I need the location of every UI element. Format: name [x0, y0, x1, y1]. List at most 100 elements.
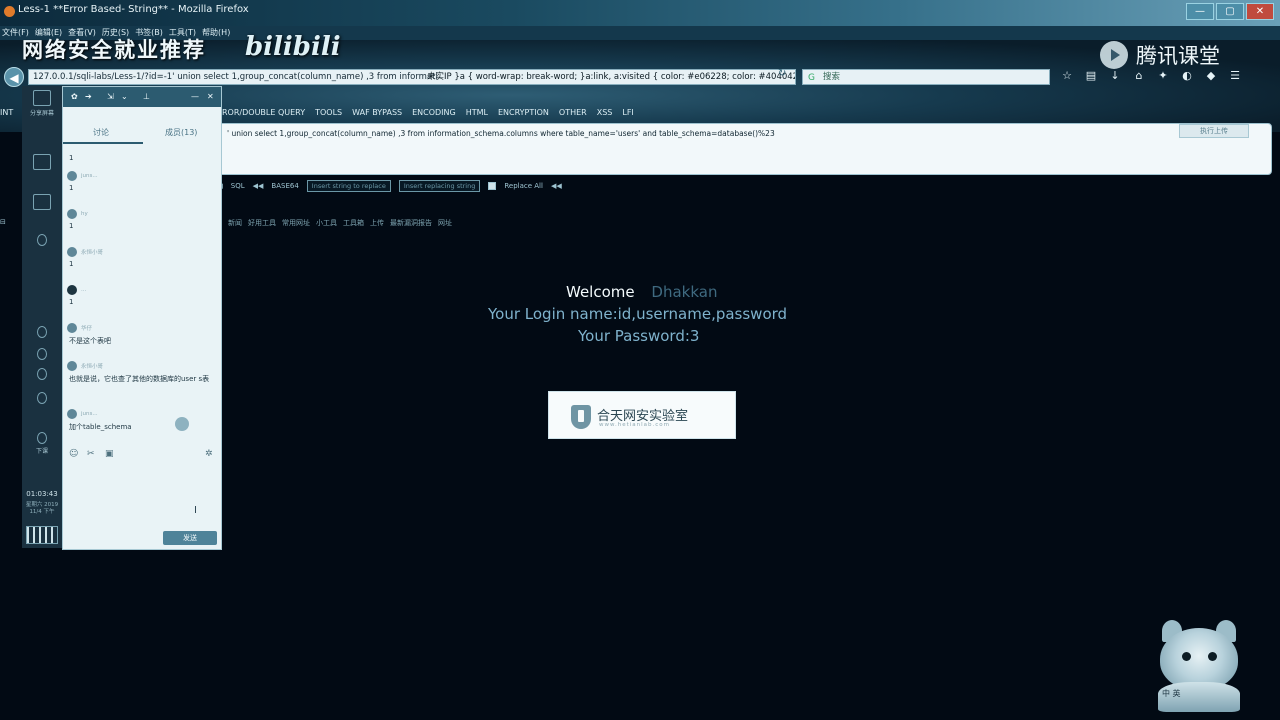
- insert-string-button[interactable]: Insert string to replace: [306, 180, 391, 192]
- hackbar-menu: ROR/DOUBLE QUERY TOOLS WAF BYPASS ENCODI…: [222, 108, 634, 117]
- bookmark-star-icon[interactable]: ☆: [1060, 68, 1074, 84]
- navigation-bar: ◀ 127.0.0.1/sqli-labs/Less-1/?id=-1' uni…: [0, 67, 1280, 87]
- list-item: hy 1: [67, 209, 217, 230]
- play-icon: [1100, 41, 1128, 69]
- url-input[interactable]: 127.0.0.1/sqli-labs/Less-1/?id=-1' union…: [28, 69, 796, 85]
- popout-icon[interactable]: ⇲: [107, 92, 114, 101]
- avatar: [67, 323, 77, 333]
- music-icon: [37, 368, 47, 380]
- search-input[interactable]: G 搜索: [802, 69, 1050, 85]
- tool-base64[interactable]: BASE64: [271, 182, 298, 190]
- bookmark-tools[interactable]: 好用工具: [248, 218, 276, 232]
- bookmark-small-tools[interactable]: 小工具: [316, 218, 337, 232]
- scissors-icon[interactable]: ✂: [87, 449, 95, 459]
- close-button[interactable]: ✕: [1246, 3, 1274, 20]
- tab-members[interactable]: 成员(13): [165, 127, 197, 138]
- tool-arrow-icon[interactable]: ◀◀: [253, 182, 264, 190]
- tool-sql[interactable]: SQL: [231, 182, 245, 190]
- bookmarks-left-icon[interactable]: ⊟: [0, 218, 6, 226]
- settings-icon[interactable]: ✿: [71, 92, 78, 101]
- execute-button[interactable]: 执行上传: [1179, 124, 1249, 138]
- keyboard-icon[interactable]: [26, 526, 58, 544]
- screen-icon: [33, 194, 51, 210]
- tool-arrow-icon[interactable]: ◀◀: [551, 182, 562, 190]
- image-icon[interactable]: ▣: [105, 449, 114, 459]
- active-tab-indicator: [63, 142, 143, 144]
- avatar: [67, 285, 77, 295]
- tab-discussion[interactable]: 讨论: [93, 127, 109, 138]
- message-sender: juns...: [81, 173, 98, 179]
- forward-icon[interactable]: ➔: [85, 92, 92, 101]
- music-item[interactable]: [28, 368, 56, 382]
- message-list: 1 juns... 1 hy 1 永恒小哥 1 ... 1 华仔 不是这个表吧 …: [63, 147, 221, 517]
- emoji-icon[interactable]: ☺: [69, 449, 78, 459]
- message-sender: juns...: [81, 411, 98, 417]
- hetian-lab-banner[interactable]: 合天网安实验室 www.hetianlab.com: [548, 391, 736, 439]
- tools-item[interactable]: [28, 392, 56, 406]
- sidebar-item-2[interactable]: [28, 154, 56, 172]
- chevron-down-icon[interactable]: ⌄: [121, 92, 128, 101]
- gear-icon[interactable]: ✲: [205, 449, 213, 459]
- hackbar-menu-waf-bypass[interactable]: WAF BYPASS: [352, 108, 402, 117]
- sidebar-item-3[interactable]: [28, 194, 56, 212]
- list-item: 永恒小哥 1: [67, 247, 217, 268]
- hackbar-query-textarea[interactable]: ' union select 1,group_concat(column_nam…: [212, 123, 1272, 175]
- addon-icon[interactable]: ✦: [1156, 68, 1170, 84]
- toolbar-icons: ☆ ▤ ↓ ⌂ ✦ ◐ ◆ ☰: [1060, 68, 1242, 84]
- pin-icon[interactable]: ⊥: [143, 92, 150, 101]
- microphone-icon: [37, 326, 47, 338]
- bookmark-sites[interactable]: 网址: [438, 218, 452, 232]
- insert-replacing-button[interactable]: Insert replacing string: [398, 180, 481, 192]
- minimize-icon[interactable]: —: [191, 92, 199, 101]
- maximize-button[interactable]: ▢: [1216, 3, 1244, 20]
- bookmark-upload[interactable]: 上传: [370, 218, 384, 232]
- shield-icon: [571, 405, 591, 429]
- end-class-item[interactable]: 下课: [28, 432, 56, 455]
- replace-all-checkbox[interactable]: [488, 182, 497, 190]
- sync-icon[interactable]: ◐: [1180, 68, 1194, 84]
- firefox-icon: [4, 6, 15, 17]
- send-button[interactable]: 发送: [163, 531, 217, 545]
- speaker-item[interactable]: [28, 348, 56, 362]
- share-screen-item[interactable]: 分享屏幕: [28, 90, 56, 117]
- hackbar-menu-encoding[interactable]: ENCODING: [412, 108, 456, 117]
- mascot-tag: 中 英: [1162, 689, 1181, 698]
- mic-item[interactable]: [28, 326, 56, 340]
- bookmark-common[interactable]: 常用网址: [282, 218, 310, 232]
- sidebar-item-4[interactable]: [28, 234, 56, 248]
- classroom-sidebar: 分享屏幕 下课 01:03:43 星期六 2019 11/4 下午: [22, 86, 62, 548]
- download-icon[interactable]: ↓: [1108, 68, 1122, 84]
- message-sender: hy: [81, 211, 88, 217]
- avatar: [67, 409, 77, 419]
- bookmark-news[interactable]: 新闻: [228, 218, 242, 232]
- list-item: juns... 1: [67, 171, 217, 192]
- hackbar-menu-encryption[interactable]: ENCRYPTION: [498, 108, 549, 117]
- message-body: 1: [69, 184, 74, 192]
- bookmark-toolbox[interactable]: 工具箱: [343, 218, 364, 232]
- message-body: 也就是说，它也查了其他的数据库的user s表: [69, 375, 210, 383]
- hackbar-menu-html[interactable]: HTML: [466, 108, 488, 117]
- hackbar-menu-xss[interactable]: XSS: [597, 108, 613, 117]
- hamster-mascot-image: 中 英: [1150, 620, 1248, 712]
- hackbar-menu-other[interactable]: OTHER: [559, 108, 587, 117]
- extension-icon[interactable]: ◆: [1204, 68, 1218, 84]
- chat-panel: ✿ ➔ ⇲ ⌄ ⊥ — ✕ 讨论 成员(13) 1 juns... 1 hy 1…: [62, 86, 222, 550]
- hackbar-menu-tools[interactable]: TOOLS: [315, 108, 342, 117]
- hackbar-int-label: INT: [0, 108, 14, 117]
- menu-help[interactable]: 帮助(H): [202, 26, 230, 40]
- home-icon[interactable]: ⌂: [1132, 68, 1146, 84]
- minimize-button[interactable]: —: [1186, 3, 1214, 20]
- back-button[interactable]: ◀: [4, 67, 24, 87]
- lab-url: www.hetianlab.com: [599, 422, 671, 428]
- reading-list-icon[interactable]: ▤: [1084, 68, 1098, 84]
- share-screen-icon: [33, 90, 51, 106]
- hackbar-menu-error-query[interactable]: ROR/DOUBLE QUERY: [222, 108, 305, 117]
- reload-icon[interactable]: ↻: [778, 68, 786, 79]
- avatar: [67, 247, 77, 257]
- message-body: 1: [69, 154, 74, 162]
- hackbar-menu-lfi[interactable]: LFI: [622, 108, 633, 117]
- overflow-menu-icon[interactable]: ☰: [1228, 68, 1242, 84]
- window-controls: — ▢ ✕: [1186, 3, 1274, 20]
- bookmark-vuln-report[interactable]: 最新漏洞报告: [390, 218, 432, 232]
- close-icon[interactable]: ✕: [207, 92, 214, 101]
